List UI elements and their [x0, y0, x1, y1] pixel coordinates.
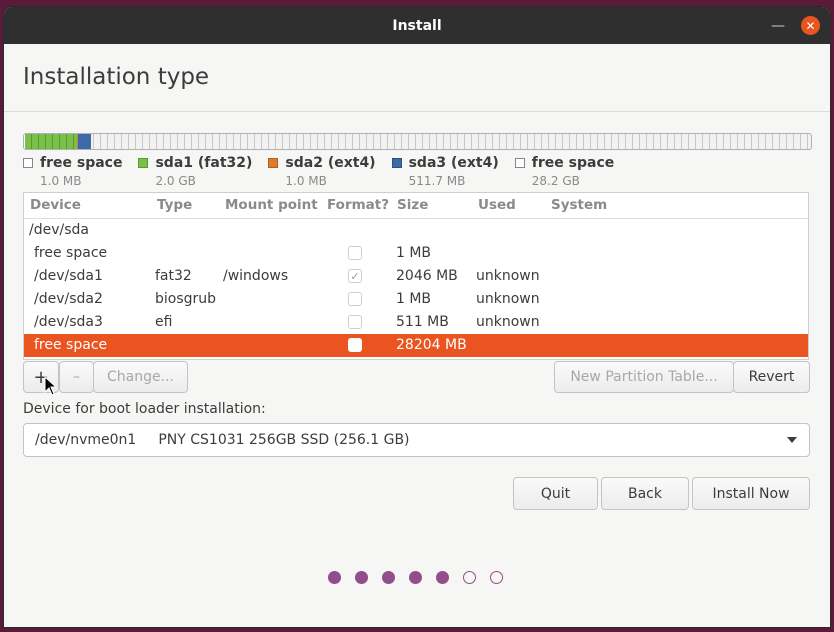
new-partition-table-button[interactable]: New Partition Table...	[554, 361, 734, 393]
legend-item: sda1 (fat32) 2.0 GB	[138, 155, 252, 188]
format-checkbox[interactable]	[348, 338, 362, 352]
progress-dot	[328, 571, 341, 584]
header-mount-point[interactable]: Mount point	[225, 197, 318, 213]
legend-label: sda2 (ext4)	[285, 155, 376, 171]
minimize-icon[interactable]: —	[770, 18, 786, 34]
legend-label: free space	[40, 155, 123, 171]
close-icon[interactable]: ✕	[801, 16, 820, 35]
format-checkbox[interactable]	[348, 315, 362, 329]
table-row[interactable]: /dev/sda1 fat32 /windows ✓ 2046 MB unkno…	[24, 265, 808, 288]
legend-label: sda3 (ext4)	[408, 155, 499, 171]
install-now-button[interactable]: Install Now	[692, 477, 810, 510]
progress-dot	[382, 571, 395, 584]
table-header: Device Type Mount point Format? Size Use…	[24, 193, 808, 219]
legend-item: free space 1.0 MB	[23, 155, 122, 188]
legend-label: sda1 (fat32)	[155, 155, 253, 171]
progress-dot	[355, 571, 368, 584]
revert-button[interactable]: Revert	[733, 361, 810, 393]
cell-used: unknown	[476, 314, 540, 330]
boot-loader-device-name: PNY CS1031 256GB SSD (256.1 GB)	[158, 432, 410, 448]
header-format[interactable]: Format?	[327, 197, 389, 213]
quit-button[interactable]: Quit	[513, 477, 598, 510]
title-bar: Install — ✕	[4, 7, 830, 44]
header-device[interactable]: Device	[30, 197, 81, 213]
table-row[interactable]: /dev/sda2 biosgrub 1 MB unknown	[24, 288, 808, 311]
progress-dot	[463, 571, 476, 584]
progress-dot	[409, 571, 422, 584]
checkmark-icon: ✓	[350, 269, 360, 283]
cell-mount-point: /windows	[223, 268, 289, 284]
mouse-cursor-icon	[44, 376, 56, 396]
progress-dots	[328, 571, 517, 584]
remove-partition-button[interactable]: –	[59, 361, 94, 393]
cell-size: 2046 MB	[396, 268, 458, 284]
legend-size: 28.2 GB	[531, 174, 580, 188]
boot-loader-select[interactable]: /dev/nvme0n1 PNY CS1031 256GB SSD (256.1…	[23, 423, 810, 457]
table-row-selected[interactable]: free space 28204 MB	[24, 334, 808, 357]
change-partition-button[interactable]: Change...	[93, 361, 188, 393]
progress-dot	[436, 571, 449, 584]
back-button[interactable]: Back	[601, 477, 689, 510]
legend-swatch	[268, 158, 279, 168]
legend-item: free space 28.2 GB	[514, 155, 615, 188]
window-title: Install	[392, 17, 442, 34]
installer-window: Install — ✕ Installation type free space…	[4, 7, 830, 627]
cell-device: /dev/sda3	[34, 314, 103, 330]
header-type[interactable]: Type	[157, 197, 192, 213]
cell-type: efi	[155, 314, 173, 330]
cell-device: /dev/sda	[29, 222, 89, 238]
legend-swatch	[138, 158, 149, 168]
header-used[interactable]: Used	[478, 197, 516, 213]
partition-table: Device Type Mount point Format? Size Use…	[23, 192, 809, 360]
legend-size: 511.7 MB	[408, 174, 466, 188]
format-checkbox[interactable]: ✓	[348, 269, 362, 283]
legend-item: sda3 (ext4) 511.7 MB	[391, 155, 499, 188]
cell-size: 511 MB	[396, 314, 449, 330]
progress-dot	[490, 571, 503, 584]
chevron-down-icon	[787, 437, 797, 443]
minus-icon: –	[73, 369, 80, 385]
cell-size: 1 MB	[396, 291, 432, 307]
legend-item: sda2 (ext4) 1.0 MB	[268, 155, 376, 188]
boot-loader-device: /dev/nvme0n1	[35, 432, 137, 448]
bar-segment-sda1	[25, 134, 77, 149]
cell-used: unknown	[476, 268, 540, 284]
legend-swatch	[514, 158, 525, 168]
table-row[interactable]: /dev/sda	[24, 219, 808, 242]
legend-size: 1.0 MB	[40, 174, 82, 188]
format-checkbox[interactable]	[348, 246, 362, 260]
legend-swatch	[391, 158, 402, 168]
format-checkbox[interactable]	[348, 292, 362, 306]
cell-size: 28204 MB	[396, 337, 467, 353]
cell-used: unknown	[476, 291, 540, 307]
cell-device: free space	[34, 245, 108, 261]
cell-size: 1 MB	[396, 245, 432, 261]
cell-type: fat32	[155, 268, 192, 284]
cell-device: /dev/sda2	[34, 291, 103, 307]
cell-device: free space	[34, 337, 108, 353]
partition-legend: free space 1.0 MB sda1 (fat32) 2.0 GB sd…	[23, 155, 630, 188]
boot-loader-label: Device for boot loader installation:	[23, 401, 266, 417]
cell-device: /dev/sda1	[34, 268, 103, 284]
header-size[interactable]: Size	[397, 197, 428, 213]
legend-size: 2.0 GB	[155, 174, 196, 188]
table-row[interactable]: /dev/sda3 efi 511 MB unknown	[24, 311, 808, 334]
table-row[interactable]: free space 1 MB	[24, 242, 808, 265]
partition-bar	[23, 133, 812, 150]
divider	[4, 111, 830, 112]
bar-segment-sda3	[78, 134, 91, 149]
header-system[interactable]: System	[551, 197, 607, 213]
legend-label: free space	[531, 155, 615, 171]
cell-type: biosgrub	[155, 291, 217, 307]
page-title: Installation type	[23, 64, 210, 90]
legend-size: 1.0 MB	[285, 174, 327, 188]
legend-swatch	[23, 158, 33, 168]
